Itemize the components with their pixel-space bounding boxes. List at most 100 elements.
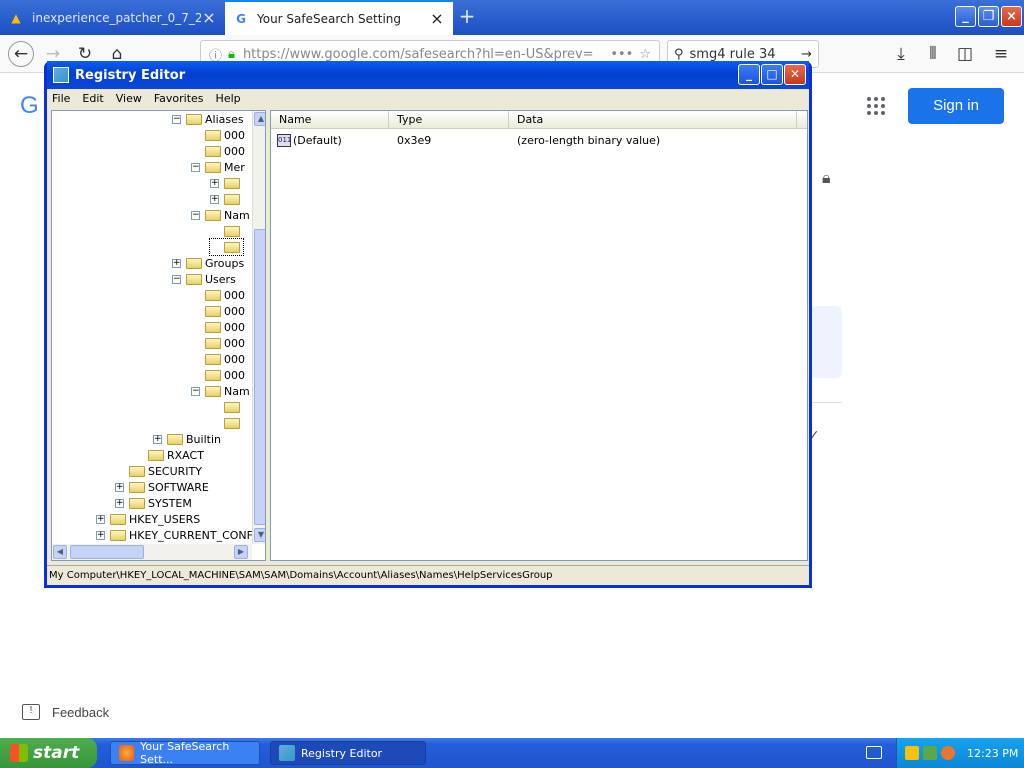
tree-node[interactable]: + HKEY_CURRENT_CONFIG	[96, 527, 265, 543]
menu-edit[interactable]: Edit	[82, 92, 103, 105]
start-button[interactable]: start	[0, 738, 97, 768]
expand-icon[interactable]: +	[115, 498, 124, 508]
tree-node-label: 000	[224, 288, 245, 302]
value-data: (zero-length binary value)	[517, 133, 661, 147]
maximize-button[interactable]: □	[761, 64, 783, 85]
values-list[interactable]: Name Type Data 011 (Default) 0x3e9 (zero…	[270, 110, 808, 561]
tree-node[interactable]: RXACT	[134, 447, 204, 463]
feedback-link[interactable]: ! Feedback	[22, 704, 109, 720]
firefox-icon	[119, 745, 135, 761]
tree-node[interactable]: − Mer	[191, 159, 245, 175]
menu-file[interactable]: File	[52, 92, 70, 105]
scroll-up-icon[interactable]: ▲	[254, 112, 265, 126]
shield-icon[interactable]	[905, 746, 919, 760]
tree-node[interactable]: + Groups	[172, 255, 244, 271]
go-arrow-icon[interactable]: →	[801, 47, 812, 62]
tree-horizontal-scrollbar[interactable]: ◀ ▶	[52, 544, 252, 560]
restore-button[interactable]: ❐	[978, 6, 999, 27]
library-icon[interactable]: ⫴	[922, 43, 944, 65]
folder-icon	[205, 289, 221, 301]
folder-icon	[186, 273, 202, 285]
tree-node[interactable]: + SOFTWARE	[115, 479, 209, 495]
sidebar-icon[interactable]: ◫	[954, 43, 976, 65]
browser-tab-bar: ▲ inexperience_patcher_0_7_2_by × G Your…	[0, 0, 1024, 35]
tree-node[interactable]: 000	[191, 287, 245, 303]
more-icon[interactable]: •••	[610, 47, 633, 62]
menu-icon[interactable]: ≡	[990, 43, 1012, 65]
tree-node[interactable]	[209, 238, 244, 256]
expand-icon[interactable]: +	[96, 530, 105, 540]
collapse-icon[interactable]: −	[191, 210, 200, 220]
scroll-down-icon[interactable]: ▼	[254, 528, 265, 542]
menu-help[interactable]: Help	[216, 92, 241, 105]
scroll-thumb[interactable]	[254, 229, 265, 525]
window-body: File Edit View Favorites Help − Aliases 00…	[47, 89, 809, 585]
column-data[interactable]: Data	[509, 111, 797, 128]
tree-node[interactable]: 000	[191, 143, 245, 159]
tree-node[interactable]: 000	[191, 303, 245, 319]
expand-icon[interactable]: +	[172, 258, 181, 268]
column-name[interactable]: Name	[271, 111, 389, 128]
google-logo[interactable]: G	[20, 92, 39, 120]
expand-icon[interactable]: +	[96, 514, 105, 524]
tree-node[interactable]: − Aliases	[172, 111, 244, 127]
tree-node[interactable]: 000	[191, 319, 245, 335]
expand-icon[interactable]: +	[210, 178, 219, 188]
column-type[interactable]: Type	[389, 111, 509, 128]
sign-in-button[interactable]: Sign in	[908, 88, 1004, 124]
tree-node[interactable]: − Nam	[191, 207, 250, 223]
info-card	[810, 306, 842, 378]
taskbar-button-regedit[interactable]: Registry Editor	[270, 741, 426, 765]
menu-favorites[interactable]: Favorites	[154, 92, 204, 105]
tree-node-label: Aliases	[205, 112, 244, 126]
tree-node[interactable]	[210, 223, 243, 239]
close-button[interactable]: ×	[1001, 6, 1022, 27]
collapse-icon[interactable]: −	[191, 162, 200, 172]
tree-node[interactable]: − Users	[172, 271, 236, 287]
close-button[interactable]: ✕	[784, 64, 806, 85]
search-icon[interactable]	[941, 746, 955, 760]
window-title-bar[interactable]: Registry Editor	[47, 61, 809, 89]
apps-grid-icon[interactable]	[866, 96, 886, 116]
network-icon[interactable]	[923, 746, 937, 760]
taskbar-button-firefox[interactable]: Your SafeSearch Sett...	[110, 740, 260, 766]
tree-node[interactable]: 000	[191, 367, 245, 383]
tree-node[interactable]: 000	[191, 335, 245, 351]
tree-node[interactable]: − Nam	[191, 383, 250, 399]
tab-safesearch[interactable]: G Your SafeSearch Setting ×	[225, 0, 453, 35]
tree-node[interactable]: SECURITY	[115, 463, 202, 479]
taskbar-label: Your SafeSearch Sett...	[140, 740, 230, 766]
keyboard-icon[interactable]	[866, 746, 882, 759]
tree-node[interactable]: +	[210, 191, 243, 207]
tree-vertical-scrollbar[interactable]: ▲ ▼	[252, 111, 265, 544]
collapse-icon[interactable]: −	[172, 274, 181, 284]
key-tree[interactable]: − Aliases 000 000− Mer + + − Nam + Groups − Users 000…	[51, 110, 266, 561]
tree-node[interactable]: + HKEY_USERS	[96, 511, 200, 527]
star-icon[interactable]: ☆	[639, 47, 651, 62]
tree-node[interactable]: 000	[191, 127, 245, 143]
scroll-left-icon[interactable]: ◀	[53, 545, 67, 559]
expand-icon[interactable]: +	[153, 434, 162, 444]
tree-node[interactable]: +	[210, 175, 243, 191]
scroll-thumb[interactable]	[70, 545, 144, 559]
scroll-right-icon[interactable]: ▶	[234, 545, 248, 559]
back-icon[interactable]: ←	[8, 41, 34, 67]
collapse-icon[interactable]: −	[172, 114, 181, 124]
menu-view[interactable]: View	[116, 92, 142, 105]
tree-node[interactable]	[210, 415, 243, 431]
new-tab-icon[interactable]: +	[456, 5, 478, 27]
expand-icon[interactable]: +	[115, 482, 124, 492]
tree-node[interactable]: 000	[191, 351, 245, 367]
tab-patcher[interactable]: ▲ inexperience_patcher_0_7_2_by ×	[0, 0, 225, 35]
download-icon[interactable]: ⤓	[890, 43, 912, 65]
minimize-button[interactable]: _	[738, 64, 760, 85]
tree-node[interactable]: + Builtin	[153, 431, 221, 447]
close-icon[interactable]: ×	[429, 9, 445, 28]
close-icon[interactable]: ×	[201, 8, 217, 27]
collapse-icon[interactable]: −	[191, 386, 200, 396]
minimize-button[interactable]: _	[955, 6, 976, 27]
expand-icon[interactable]: +	[210, 194, 219, 204]
value-row[interactable]: 011 (Default) 0x3e9 (zero-length binary …	[277, 132, 660, 148]
tree-node[interactable]	[210, 399, 243, 415]
tree-node[interactable]: + SYSTEM	[115, 495, 192, 511]
